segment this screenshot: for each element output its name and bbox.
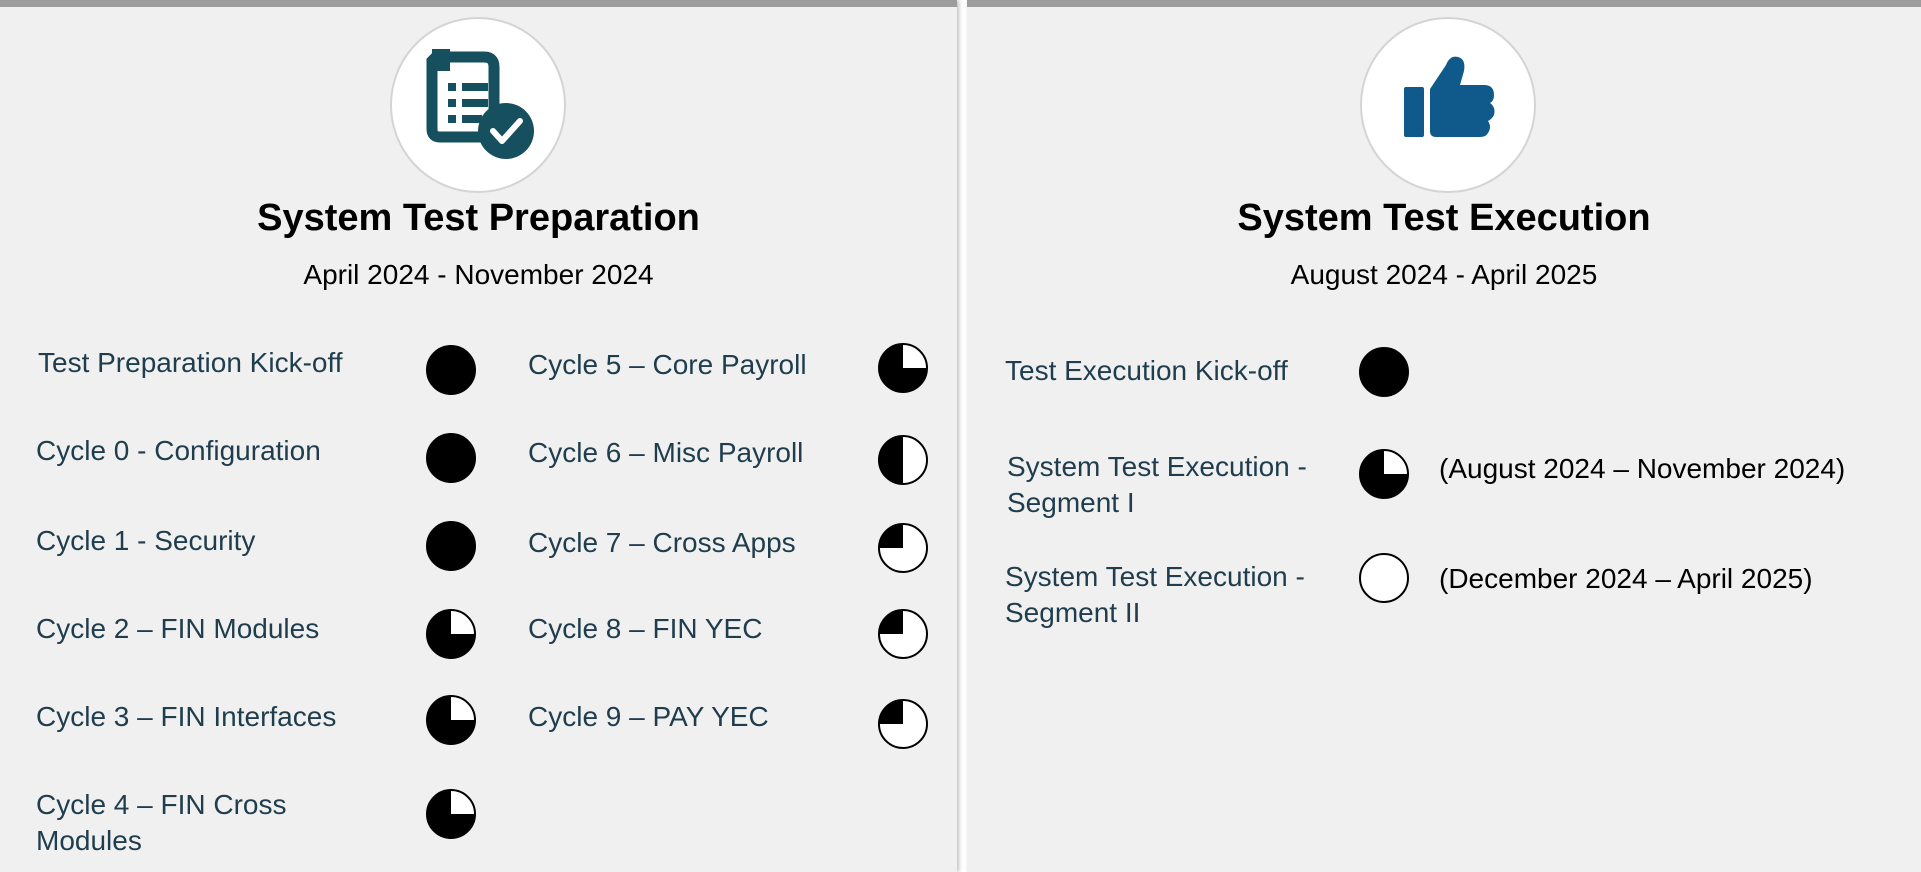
progress-ball-icon — [426, 695, 476, 745]
exec-item-label: Test Execution Kick-off — [1005, 355, 1288, 386]
progress-ball-icon — [1359, 449, 1409, 499]
checklist-icon — [426, 49, 534, 159]
prep-item-label: Cycle 8 – FIN YEC — [528, 613, 763, 644]
prep-item-label: Cycle 3 – FIN Interfaces — [36, 701, 337, 732]
thumbs-up-icon-badge — [1360, 17, 1536, 193]
checklist-icon-badge — [390, 17, 566, 193]
progress-ball-icon — [426, 433, 476, 483]
prep-item-label: Cycle 9 – PAY YEC — [528, 701, 769, 732]
prep-item-label: Cycle 0 - Configuration — [36, 435, 321, 466]
segment-date-note: (August 2024 – November 2024) — [1439, 453, 1846, 484]
progress-ball-icon — [878, 435, 928, 485]
prep-item-label: Cycle 4 – FIN Cross Modules — [36, 789, 287, 856]
prep-item-label: Test Preparation Kick-off — [38, 347, 343, 378]
exec-item-label: System Test Execution - Segment I — [1007, 451, 1307, 518]
progress-ball-icon — [426, 789, 476, 839]
progress-ball-icon — [426, 609, 476, 659]
preparation-title: System Test Preparation — [257, 197, 700, 239]
progress-ball-icon — [426, 345, 476, 395]
preparation-dates: April 2024 - November 2024 — [303, 259, 654, 290]
prep-item-label: Cycle 7 – Cross Apps — [528, 527, 796, 558]
prep-item-label: Cycle 2 – FIN Modules — [36, 613, 320, 644]
segment-date-note: (December 2024 – April 2025) — [1439, 563, 1813, 594]
execution-dates: August 2024 - April 2025 — [1290, 259, 1598, 290]
prep-item-label: Cycle 6 – Misc Payroll — [528, 437, 804, 468]
exec-item-label: System Test Execution - Segment II — [1005, 561, 1305, 628]
progress-ball-icon — [878, 609, 928, 659]
execution-title: System Test Execution — [1237, 197, 1651, 239]
prep-item-label: Cycle 1 - Security — [36, 525, 256, 556]
progress-ball-icon — [878, 343, 928, 393]
progress-ball-icon — [878, 523, 928, 573]
progress-ball-icon — [1359, 347, 1409, 397]
progress-ball-icon — [878, 699, 928, 749]
execution-panel: System Test Execution August 2024 - Apri… — [967, 0, 1921, 872]
preparation-panel: System Test Preparation April 2024 - Nov… — [0, 0, 957, 872]
thumbs-up-icon — [1404, 56, 1495, 137]
progress-ball-icon — [1359, 553, 1409, 603]
progress-ball-icon — [426, 521, 476, 571]
prep-item-label: Cycle 5 – Core Payroll — [528, 349, 807, 380]
